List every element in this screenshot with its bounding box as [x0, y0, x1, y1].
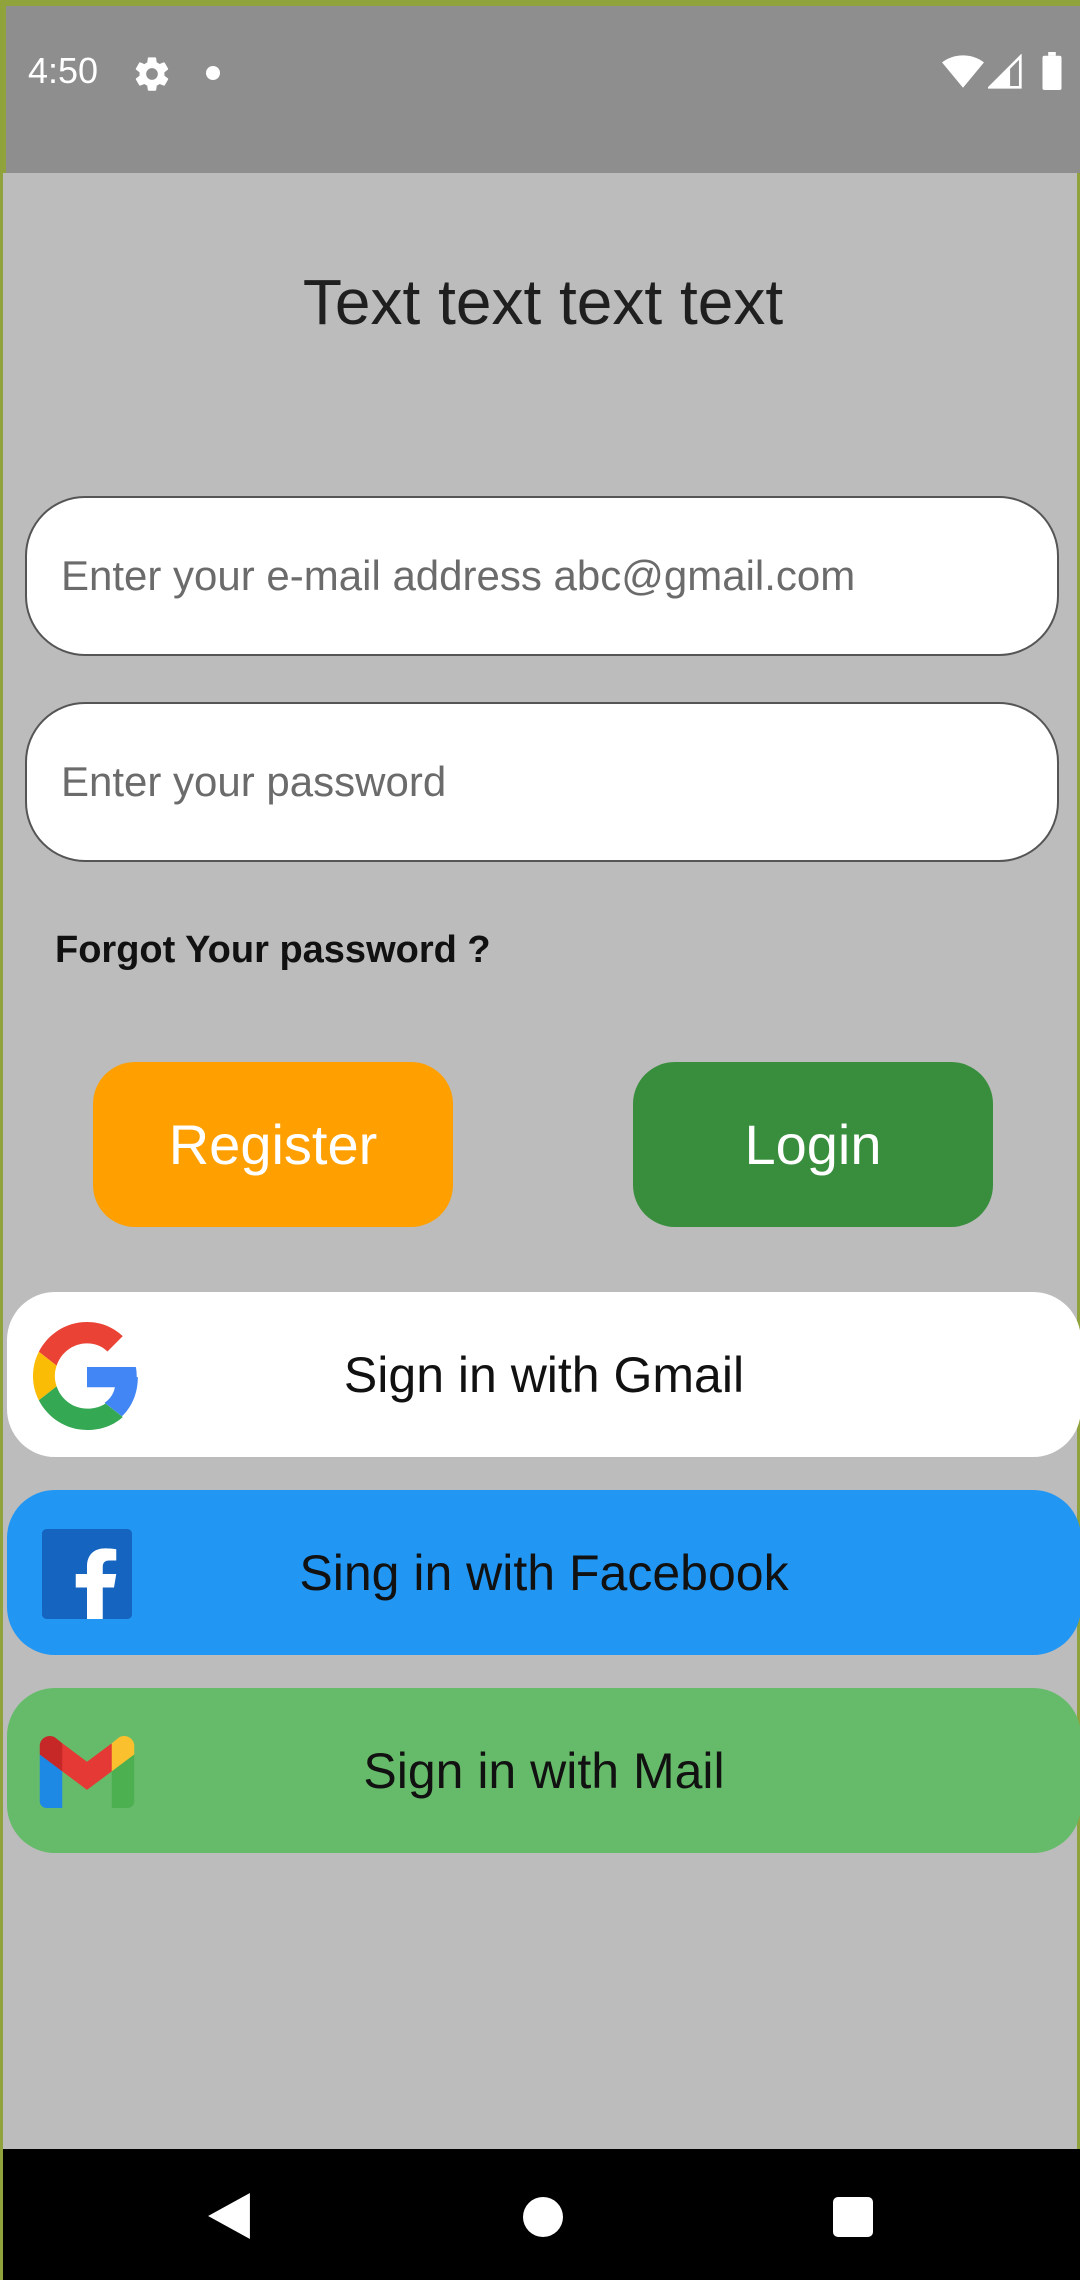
sign-in-gmail-label: Sign in with Gmail — [343, 1346, 745, 1403]
forgot-password-link[interactable]: Forgot Your password ? — [55, 929, 491, 972]
email-field[interactable] — [25, 496, 1059, 656]
login-button[interactable]: Login — [633, 1062, 993, 1227]
sign-in-gmail-button[interactable]: Sign in with Gmail — [7, 1292, 1080, 1457]
wifi-icon — [942, 55, 984, 88]
register-button[interactable]: Register — [93, 1062, 453, 1227]
navigation-bar — [3, 2149, 1080, 2280]
sign-in-mail-label: Sign in with Mail — [363, 1742, 725, 1799]
home-icon[interactable] — [523, 2197, 563, 2237]
status-bar: 4:50 — [3, 3, 1080, 173]
gear-icon — [135, 57, 169, 91]
facebook-icon — [42, 1529, 132, 1619]
status-time: 4:50 — [28, 50, 99, 91]
gmail-m-icon — [39, 1736, 135, 1808]
notification-dot-icon — [206, 66, 220, 80]
back-icon[interactable] — [207, 2193, 251, 2239]
password-input[interactable] — [61, 758, 1057, 806]
register-button-label: Register — [168, 1113, 378, 1176]
login-button-label: Login — [744, 1113, 882, 1176]
sign-in-mail-button[interactable]: Sign in with Mail — [7, 1688, 1080, 1853]
sign-in-facebook-button[interactable]: Sing in with Facebook — [7, 1490, 1080, 1655]
battery-icon — [1042, 52, 1062, 90]
sign-in-facebook-label: Sing in with Facebook — [299, 1544, 789, 1601]
page-title: Text text text text — [302, 266, 784, 338]
signal-icon — [988, 54, 1022, 89]
recents-icon[interactable] — [833, 2197, 873, 2237]
password-field[interactable] — [25, 702, 1059, 862]
google-icon — [33, 1322, 138, 1430]
email-input[interactable] — [61, 552, 1057, 600]
app-screen: 4:50 Text text text text Forgot Your pas… — [0, 0, 1080, 2280]
